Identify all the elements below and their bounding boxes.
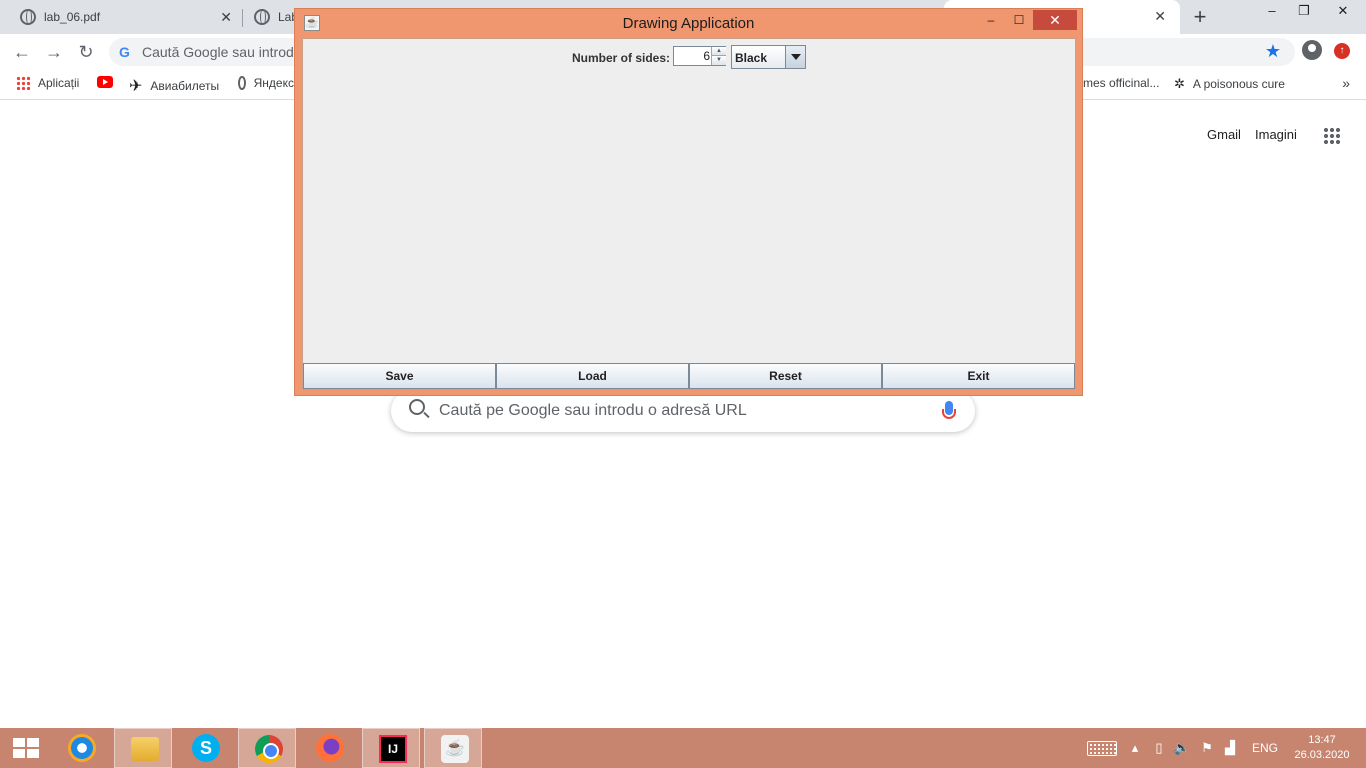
- minimize-button[interactable]: ‒: [977, 10, 1005, 30]
- windows-logo-icon: [13, 738, 39, 758]
- microphone-icon[interactable]: [942, 401, 956, 419]
- save-button[interactable]: Save: [303, 363, 496, 389]
- bookmark-label: Aplicații: [38, 76, 80, 90]
- globe-icon: [254, 9, 270, 25]
- bookmark-label: A poisonous cure: [1192, 77, 1285, 91]
- taskbar-skype[interactable]: S: [176, 728, 234, 768]
- keyboard-icon[interactable]: [1087, 741, 1117, 756]
- clock-time: 13:47: [1308, 734, 1336, 746]
- bookmark-youtube[interactable]: [97, 76, 127, 88]
- bookmark-label: Авиабилеты: [150, 79, 220, 93]
- network-icon[interactable]: ▟: [1220, 728, 1240, 768]
- forward-arrow-icon[interactable]: →: [43, 42, 65, 62]
- browser-close-button[interactable]: ✕: [1320, 0, 1366, 24]
- taskbar-intellij[interactable]: IJ: [362, 728, 420, 768]
- tab-title: lab_06.pdf: [44, 10, 101, 24]
- folder-icon: [131, 737, 159, 761]
- google-search-box[interactable]: Caută pe Google sau introdu o adresă URL: [391, 390, 975, 432]
- bookmark-label: mes officinal...: [1083, 76, 1160, 90]
- flag-icon[interactable]: ⚑: [1197, 728, 1217, 768]
- close-button[interactable]: ✕: [1033, 10, 1077, 30]
- bookmark-label: Яндекс: [253, 76, 294, 90]
- reset-button[interactable]: Reset: [689, 363, 882, 389]
- drawing-canvas[interactable]: [303, 75, 1075, 363]
- search-placeholder: Caută pe Google sau introdu o adresă URL: [439, 402, 747, 419]
- bookmark-mes-officinal[interactable]: mes officinal...: [1083, 76, 1159, 90]
- sides-label: Number of sides:: [572, 51, 671, 65]
- window-title: Drawing Application: [622, 15, 755, 32]
- browser-tab-lab[interactable]: Lab: [242, 0, 302, 34]
- maximize-button[interactable]: ☐: [1005, 10, 1033, 30]
- spinner-down-arrow-icon[interactable]: ▼: [711, 56, 726, 65]
- new-tab-button[interactable]: +: [1188, 4, 1212, 30]
- bookmark-apps[interactable]: Aplicații: [16, 76, 79, 90]
- chrome-icon: [255, 735, 283, 763]
- taskbar-clock[interactable]: 13:47 26.03.2020: [1292, 733, 1352, 763]
- youtube-icon: [97, 76, 113, 88]
- taskbar-firefox[interactable]: [300, 728, 358, 768]
- reload-icon[interactable]: ↻: [75, 42, 97, 62]
- gmail-link[interactable]: Gmail: [1207, 127, 1241, 142]
- content-pane: Number of sides: 6 ▲ ▼ Black Save Load R…: [302, 38, 1076, 390]
- taskbar-file-explorer[interactable]: [114, 728, 172, 768]
- globe-icon: [238, 76, 246, 90]
- taskbar-chrome[interactable]: [238, 728, 296, 768]
- bookmark-aviabilety[interactable]: ✈ Авиабилеты: [129, 76, 219, 96]
- browser-restore-button[interactable]: ❐: [1284, 0, 1324, 24]
- bookmark-site-icon: ✲: [1174, 76, 1185, 91]
- taskbar-java-app[interactable]: ☕: [424, 728, 482, 768]
- close-icon[interactable]: ✕: [1154, 8, 1166, 25]
- bookmarks-more-button[interactable]: »: [1342, 75, 1350, 91]
- drawing-app-window: ☕ Drawing Application ‒ ☐ ✕ Number of si…: [294, 8, 1083, 396]
- load-button[interactable]: Load: [496, 363, 689, 389]
- clock-date: 26.03.2020: [1294, 749, 1350, 761]
- taskbar-internet-explorer[interactable]: [52, 728, 110, 768]
- chevron-down-icon[interactable]: [785, 46, 805, 68]
- intellij-icon: IJ: [379, 735, 407, 763]
- language-indicator[interactable]: ENG: [1252, 728, 1278, 768]
- star-icon[interactable]: ★: [1265, 41, 1281, 62]
- ie-icon: [68, 734, 96, 762]
- spinner-up-arrow-icon[interactable]: ▲: [711, 47, 726, 56]
- bookmark-yandex[interactable]: Яндекс: [238, 76, 294, 90]
- images-link[interactable]: Imagini: [1255, 127, 1297, 142]
- firefox-icon: [316, 734, 344, 762]
- close-icon[interactable]: ✕: [220, 9, 232, 26]
- apps-grid-icon: [16, 76, 30, 90]
- start-button[interactable]: [0, 728, 52, 768]
- sides-value[interactable]: 6: [674, 49, 710, 63]
- update-arrow-icon[interactable]: ↑: [1334, 43, 1350, 59]
- java-icon: ☕: [441, 735, 469, 763]
- control-panel: Save Load Reset Exit: [303, 363, 1075, 389]
- skype-icon: S: [192, 734, 220, 762]
- configuration-panel: Number of sides: 6 ▲ ▼ Black: [303, 45, 1075, 69]
- google-g-icon: G: [119, 44, 130, 60]
- search-icon: [409, 399, 425, 415]
- exit-button[interactable]: Exit: [882, 363, 1075, 389]
- tray-chevron-up-icon[interactable]: ▴: [1125, 728, 1145, 768]
- plane-icon: ✈: [129, 78, 143, 95]
- back-arrow-icon[interactable]: ←: [11, 42, 33, 62]
- color-value: Black: [735, 51, 768, 65]
- speaker-icon[interactable]: 🔈: [1172, 728, 1192, 768]
- google-apps-icon[interactable]: [1323, 127, 1341, 145]
- profile-icon[interactable]: [1302, 40, 1322, 60]
- sides-spinner[interactable]: 6 ▲ ▼: [673, 46, 726, 66]
- color-combobox[interactable]: Black: [731, 45, 806, 69]
- globe-icon: [20, 9, 36, 25]
- power-icon[interactable]: ▯: [1149, 728, 1169, 768]
- bookmark-poisonous-cure[interactable]: ✲ A poisonous cure: [1174, 76, 1285, 92]
- windows-taskbar: S IJ ☕ ▴ ▯ 🔈 ⚑ ▟ ENG 13:47 26.03.2020: [0, 728, 1366, 768]
- browser-tab-lab06[interactable]: lab_06.pdf ✕: [0, 0, 242, 34]
